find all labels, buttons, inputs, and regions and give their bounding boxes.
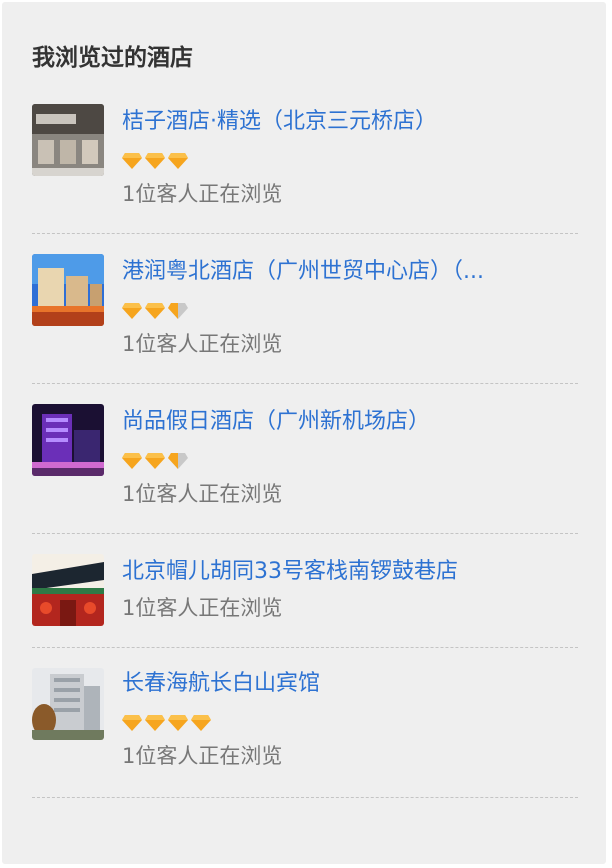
hotel-thumbnail[interactable] [32, 668, 104, 740]
hotel-list: 桔子酒店·精选（北京三元桥店） 1位客人正在浏览 港润粤北酒店（广州世贸中心店）… [32, 102, 578, 798]
hotel-thumbnail[interactable] [32, 104, 104, 176]
hotel-rating [122, 714, 211, 732]
hotel-item[interactable]: 港润粤北酒店（广州世贸中心店）（... 1位客人正在浏览 [32, 234, 578, 384]
recently-viewed-panel: 我浏览过的酒店 桔子酒店·精选（北京三元桥店） 1位客人正在浏览 港润粤北酒店（… [2, 2, 606, 864]
diamond-half-icon [168, 453, 188, 469]
diamond-icon [168, 715, 188, 731]
hotel-name-link[interactable]: 长春海航长白山宾馆 [122, 668, 532, 700]
hotel-name-link[interactable]: 港润粤北酒店（广州世贸中心店）（... [122, 256, 532, 288]
hotel-name-link[interactable]: 尚品假日酒店（广州新机场店） [122, 406, 532, 438]
diamond-icon [145, 153, 165, 169]
viewing-count: 1位客人正在浏览 [122, 482, 283, 506]
diamond-icon [145, 453, 165, 469]
diamond-icon [168, 153, 188, 169]
diamond-icon [145, 303, 165, 319]
diamond-half-icon [168, 303, 188, 319]
section-title: 我浏览过的酒店 [32, 45, 193, 71]
hotel-thumbnail[interactable] [32, 554, 104, 626]
hotel-name-link[interactable]: 北京帽儿胡同33号客栈南锣鼓巷店 [122, 556, 532, 588]
viewing-count: 1位客人正在浏览 [122, 182, 283, 206]
hotel-rating [122, 152, 188, 170]
diamond-icon [122, 153, 142, 169]
hotel-name-link[interactable]: 桔子酒店·精选（北京三元桥店） [122, 106, 532, 138]
diamond-icon [191, 715, 211, 731]
hotel-item[interactable]: 桔子酒店·精选（北京三元桥店） 1位客人正在浏览 [32, 102, 578, 234]
hotel-thumbnail[interactable] [32, 404, 104, 476]
viewing-count: 1位客人正在浏览 [122, 596, 283, 620]
diamond-icon [122, 453, 142, 469]
diamond-icon [145, 715, 165, 731]
viewing-count: 1位客人正在浏览 [122, 332, 283, 356]
hotel-thumbnail[interactable] [32, 254, 104, 326]
hotel-item[interactable]: 尚品假日酒店（广州新机场店） 1位客人正在浏览 [32, 384, 578, 534]
diamond-icon [122, 303, 142, 319]
hotel-item[interactable]: 长春海航长白山宾馆 1位客人正在浏览 [32, 648, 578, 798]
hotel-rating [122, 452, 188, 470]
hotel-item[interactable]: 北京帽儿胡同33号客栈南锣鼓巷店 1位客人正在浏览 [32, 534, 578, 648]
diamond-icon [122, 715, 142, 731]
viewing-count: 1位客人正在浏览 [122, 744, 283, 768]
hotel-rating [122, 302, 188, 320]
